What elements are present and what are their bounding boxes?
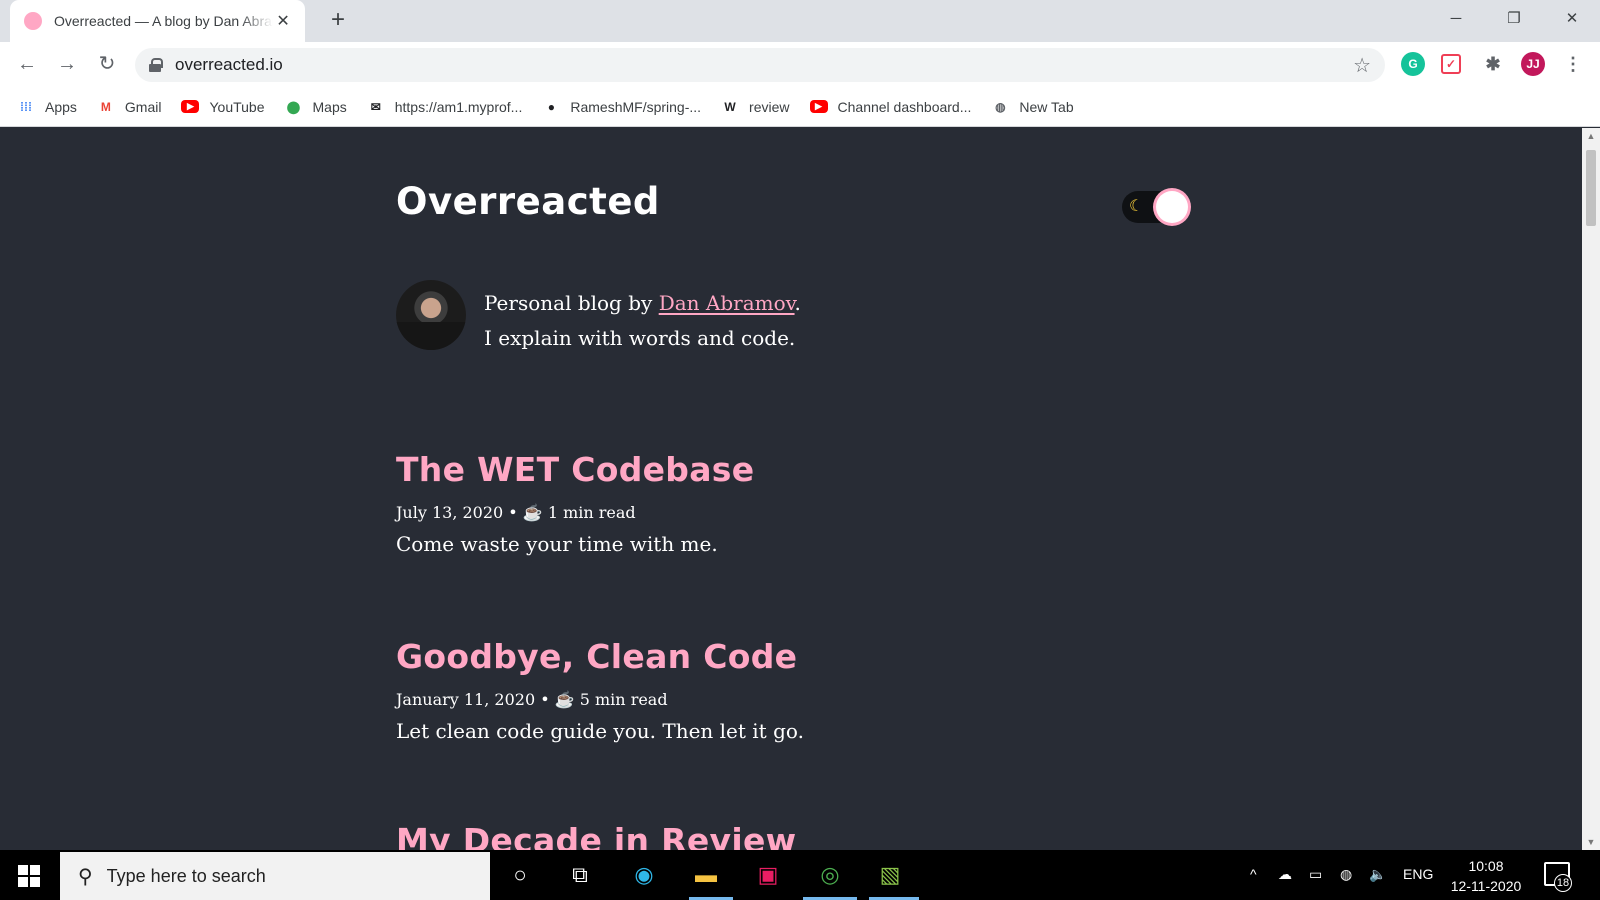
post-meta: January 11, 2020 • ☕️ 5 min read [396,690,668,709]
bookmark-star-icon[interactable]: ☆ [1353,53,1371,78]
bookmark-label: review [749,98,790,115]
close-tab-icon[interactable]: ✕ [273,11,293,31]
bio-suffix: . [794,291,801,315]
paint-app-icon[interactable]: ▧ [873,858,907,892]
author-bio: Personal blog by Dan Abramov. I explain … [396,280,801,356]
bookmark-label: Gmail [124,98,162,115]
bookmark-item[interactable]: ✉ https://am1.myprof... [367,98,523,116]
scroll-down-arrow-icon[interactable]: ▼ [1582,834,1600,850]
post-title-link[interactable]: The WET Codebase [396,450,754,489]
browser-toolbar: ← → ↻ overreacted.io ☆ G ✓ ✱ JJ ⋮ [0,42,1600,87]
post-item: My Decade in Review [396,821,796,850]
bookmark-item[interactable]: ⁞⁞⁞ Apps [17,98,77,116]
edge-browser-icon[interactable]: ◉ [627,858,661,892]
volume-icon[interactable]: 🔈 [1369,866,1386,883]
restore-button[interactable]: ❐ [1494,4,1534,34]
bookmark-label: Apps [45,98,77,115]
network-globe-icon[interactable]: ◍ [1340,866,1352,883]
bookmark-item[interactable]: Wreview [721,98,789,116]
bio-text: Personal blog by Dan Abramov. I explain … [484,286,801,356]
bio-line-2: I explain with words and code. [484,326,796,350]
onedrive-error-icon[interactable]: ☁ [1278,866,1292,883]
close-window-button[interactable]: ✕ [1552,4,1592,34]
bookmark-item[interactable]: ● RameshMF/spring-... [542,98,701,116]
windows-taskbar: ⚲ Type here to search ○ ⧉ ◉ ▬ ▣ ◎ ▧ ^ ☁ … [0,850,1600,900]
battery-icon[interactable]: ▭ [1309,866,1322,883]
taskbar-search[interactable]: ⚲ Type here to search [60,852,490,900]
bookmark-item[interactable]: M Gmail [97,98,162,116]
back-button[interactable]: ← [13,50,41,78]
post-title-link[interactable]: My Decade in Review [396,821,796,850]
clock-time: 10:08 [1468,858,1504,874]
page-scrollbar[interactable]: ▲ ▼ [1582,128,1600,850]
bookmark-label: New Tab [1019,98,1074,115]
bookmark-label: https://am1.myprof... [394,98,523,115]
cortana-icon[interactable]: ○ [503,858,537,892]
chrome-taskbar-icon[interactable]: ◎ [813,858,847,892]
lock-icon[interactable] [149,58,163,72]
globe-icon: ◍ [995,99,1006,114]
moon-icon: ☾ [1129,198,1144,215]
blog-title[interactable]: Overreacted [396,180,660,223]
forward-button[interactable]: → [53,50,81,78]
scroll-up-arrow-icon[interactable]: ▲ [1582,128,1600,144]
dark-mode-toggle[interactable]: ☾ [1122,191,1188,223]
reload-button[interactable]: ↻ [93,50,121,78]
extensions-puzzle-icon[interactable]: ✱ [1481,52,1505,76]
bookmark-item[interactable]: ⬤ Maps [285,98,347,116]
post-item: Goodbye, Clean Code January 11, 2020 • ☕… [396,637,804,743]
wikipedia-icon: W [724,99,736,114]
notification-count-badge: 18 [1554,874,1572,892]
envelope-icon: ✉ [370,99,381,114]
chrome-menu-icon[interactable]: ⋮ [1561,52,1585,76]
bio-prefix: Personal blog by [484,291,659,315]
author-avatar [396,280,466,350]
page-content: Overreacted ☾ Personal blog by Dan Abram… [0,128,1582,850]
clock[interactable]: 10:08 12-11-2020 [1446,856,1526,896]
file-explorer-icon[interactable]: ▬ [689,858,723,892]
maps-pin-icon: ⬤ [286,99,301,114]
search-placeholder[interactable]: Type here to search [107,866,266,887]
scroll-thumb[interactable] [1586,150,1596,226]
address-bar[interactable]: overreacted.io ☆ [135,48,1385,82]
post-excerpt: Come waste your time with me. [396,532,718,556]
profile-avatar[interactable]: JJ [1521,52,1545,76]
post-excerpt: Let clean code guide you. Then let it go… [396,719,804,743]
github-icon: ● [547,99,555,114]
youtube-icon: ▶ [181,100,200,113]
url-text[interactable]: overreacted.io [175,55,283,75]
tab-strip: Overreacted — A blog by Dan Abramov ✕ + … [0,0,1600,42]
bookmark-item[interactable]: ◍ New Tab [991,98,1073,116]
pocket-extension-icon[interactable]: ✓ [1441,54,1461,74]
overreacted-favicon-icon [24,12,42,30]
gmail-icon: M [100,99,111,114]
bookmark-item[interactable]: ▶ YouTube [181,98,265,115]
youtube-icon: ▶ [809,100,828,113]
post-meta: July 13, 2020 • ☕️ 1 min read [396,503,636,522]
search-icon: ⚲ [78,865,93,888]
grammarly-extension-icon[interactable]: G [1401,52,1425,76]
media-app-icon[interactable]: ▣ [751,858,785,892]
clock-date: 12-11-2020 [1450,878,1522,894]
bookmark-label: RameshMF/spring-... [570,98,702,115]
browser-tab[interactable]: Overreacted — A blog by Dan Abramov ✕ [10,0,305,42]
post-title-link[interactable]: Goodbye, Clean Code [396,637,804,676]
apps-grid-icon: ⁞⁞⁞ [20,99,32,114]
task-view-icon[interactable]: ⧉ [563,858,597,892]
post-item: The WET Codebase July 13, 2020 • ☕️ 1 mi… [396,450,754,556]
toggle-knob [1156,191,1188,223]
tray-chevron-icon[interactable]: ^ [1250,866,1257,882]
new-tab-button[interactable]: + [324,6,352,34]
tab-title: Overreacted — A blog by Dan Abramov [54,13,273,29]
bookmark-label: Channel dashboard... [837,98,972,115]
language-indicator[interactable]: ENG [1403,866,1433,882]
windows-start-icon[interactable] [18,865,40,887]
bookmark-label: Maps [312,98,347,115]
bookmark-item[interactable]: ▶ Channel dashboard... [809,98,972,115]
minimize-button[interactable]: ─ [1436,4,1476,34]
author-link[interactable]: Dan Abramov [659,291,795,315]
bookmarks-bar: ⁞⁞⁞ Apps M Gmail ▶ YouTube ⬤ Maps ✉ https://am1.m… [0,87,1600,127]
bookmark-label: YouTube [209,98,265,115]
